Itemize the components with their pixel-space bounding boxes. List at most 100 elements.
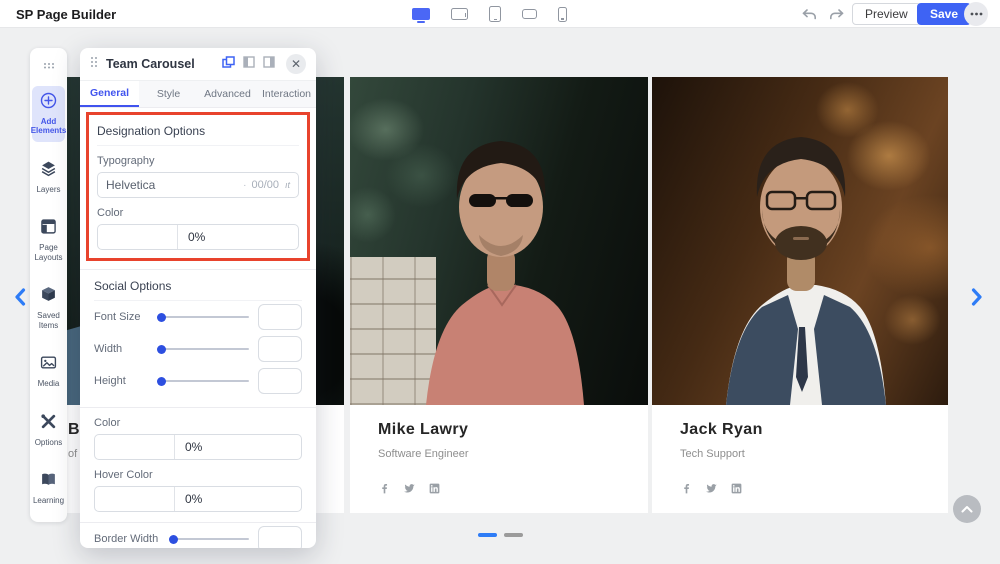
hover-color-label: Hover Color (94, 469, 302, 481)
typography-font-select[interactable]: Helvetica · 00/00 ıt (97, 172, 299, 198)
tablet-portrait-device-icon[interactable] (489, 6, 501, 22)
redo-icon[interactable] (829, 8, 844, 26)
sidebar-item-options[interactable]: Options (32, 407, 65, 454)
designation-color-picker[interactable]: 0% (97, 224, 299, 250)
panel-title: Team Carousel (106, 57, 222, 71)
pagination-bar-active[interactable] (478, 533, 497, 537)
designation-options-highlight: Designation Options Typography Helvetica… (86, 112, 310, 261)
member-name: Jack Ryan (680, 421, 948, 439)
tab-interaction[interactable]: Interaction (257, 81, 316, 107)
sidebar-item-media[interactable]: Media (32, 348, 65, 395)
tab-style[interactable]: Style (139, 81, 198, 107)
color-opacity-value: 0% (178, 225, 298, 249)
scroll-to-top-button[interactable] (953, 495, 981, 523)
tab-advanced[interactable]: Advanced (198, 81, 257, 107)
typography-label: Typography (97, 155, 299, 167)
person-illustration (350, 77, 648, 405)
preview-button[interactable]: Preview (852, 3, 921, 25)
border-width-input[interactable] (258, 526, 302, 548)
close-icon[interactable]: ✕ (286, 54, 306, 74)
linkedin-icon[interactable] (730, 482, 743, 495)
addon-settings-panel: Team Carousel ✕ General Style Advanced I… (80, 48, 316, 548)
responsive-device-switcher (412, 0, 567, 28)
width-label: Width (94, 343, 158, 355)
height-row: Height (94, 365, 302, 397)
dock-left-icon[interactable] (243, 55, 255, 73)
carousel-pagination (478, 533, 523, 537)
panel-tabs: General Style Advanced Interaction (80, 81, 316, 108)
width-input[interactable] (258, 336, 302, 362)
team-card: Jack Ryan Tech Support (652, 77, 948, 513)
builder-sidebar: Add Elements Layers Page Layouts Saved I… (30, 48, 67, 522)
duplicate-panel-icon[interactable] (222, 55, 235, 73)
font-size-row: Font Size (94, 301, 302, 333)
designation-color-label: Color (97, 207, 299, 219)
layers-icon (40, 160, 57, 182)
carousel-prev-arrow-icon[interactable] (14, 288, 26, 306)
border-width-label: Border Width (94, 533, 170, 545)
social-color-label: Color (94, 417, 302, 429)
twitter-icon[interactable] (403, 482, 416, 495)
phone-landscape-device-icon[interactable] (522, 9, 537, 19)
color-swatch[interactable] (95, 435, 175, 459)
linkedin-icon[interactable] (428, 482, 441, 495)
color-opacity-value: 0% (175, 435, 301, 459)
height-label: Height (94, 375, 158, 387)
font-unit-icon: ıt (285, 180, 290, 190)
border-width-slider[interactable] (170, 538, 249, 540)
social-options-heading: Social Options (94, 270, 302, 301)
team-photo (350, 77, 648, 405)
font-size-input[interactable] (258, 304, 302, 330)
carousel-next-arrow-icon[interactable] (971, 288, 983, 306)
border-width-row: Border Width (94, 523, 302, 548)
team-card: Mike Lawry Software Engineer (350, 77, 648, 513)
facebook-icon[interactable] (680, 482, 693, 495)
panel-header: Team Carousel ✕ (80, 48, 316, 81)
sidebar-item-page-layouts[interactable]: Page Layouts (32, 212, 65, 268)
panel-drag-handle-icon[interactable] (90, 55, 98, 73)
color-swatch[interactable] (98, 225, 178, 249)
height-input[interactable] (258, 368, 302, 394)
hover-color-picker[interactable]: 0% (94, 486, 302, 512)
tab-general[interactable]: General (80, 81, 139, 107)
member-role: Tech Support (680, 448, 948, 460)
person-illustration (652, 77, 948, 405)
section-divider (80, 407, 316, 408)
font-size-slider[interactable] (158, 316, 249, 318)
book-icon (40, 471, 57, 493)
sidebar-item-label: Layers (36, 185, 60, 195)
more-options-button[interactable] (964, 2, 988, 26)
color-swatch[interactable] (95, 487, 175, 511)
font-size-label: Font Size (94, 311, 158, 323)
tablet-landscape-device-icon[interactable] (451, 8, 468, 20)
app-title: SP Page Builder (16, 7, 116, 22)
tools-icon (40, 413, 57, 435)
sidebar-item-saved-items[interactable]: Saved Items (32, 280, 65, 336)
sidebar-item-learning[interactable]: Learning (32, 465, 65, 512)
sidebar-item-add-elements[interactable]: Add Elements (32, 86, 65, 142)
width-slider[interactable] (158, 348, 249, 350)
sidebar-item-layers[interactable]: Layers (32, 154, 65, 201)
sidebar-item-label: Page Layouts (33, 243, 64, 262)
pagination-bar[interactable] (504, 533, 523, 537)
topbar: SP Page Builder Preview Save (0, 0, 1000, 28)
twitter-icon[interactable] (705, 482, 718, 495)
sidebar-item-label: Add Elements (31, 117, 67, 136)
facebook-icon[interactable] (378, 482, 391, 495)
social-color-picker[interactable]: 0% (94, 434, 302, 460)
member-name: Mike Lawry (378, 421, 648, 439)
sidebar-item-label: Saved Items (33, 311, 64, 330)
phone-portrait-device-icon[interactable] (558, 7, 567, 22)
cube-icon (40, 286, 57, 308)
dock-right-icon[interactable] (263, 55, 275, 73)
height-slider[interactable] (158, 380, 249, 382)
desktop-device-icon[interactable] (412, 8, 430, 20)
sidebar-item-label: Options (35, 438, 63, 448)
media-image-icon (40, 354, 57, 376)
sidebar-drag-handle-icon[interactable] (43, 56, 55, 74)
sidebar-item-label: Media (38, 379, 60, 389)
sidebar-item-label: Learning (33, 496, 64, 506)
designation-options-heading: Designation Options (97, 115, 299, 146)
save-button[interactable]: Save (917, 3, 971, 25)
undo-icon[interactable] (802, 8, 817, 26)
